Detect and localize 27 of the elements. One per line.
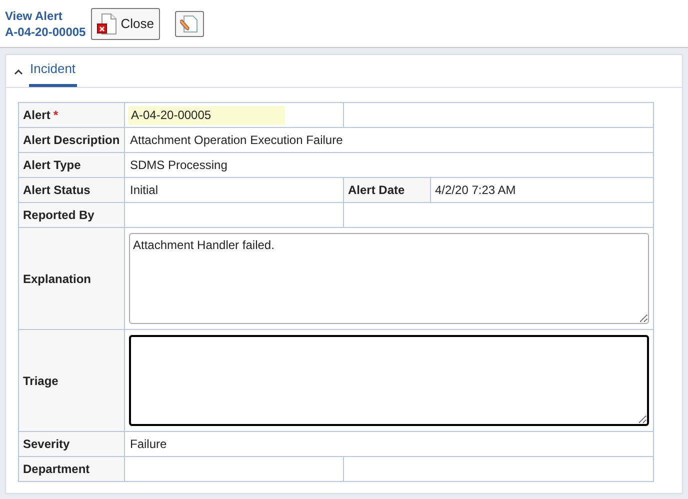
edit-button[interactable] xyxy=(174,10,204,36)
close-document-icon xyxy=(96,12,117,34)
field-label: Alert Type xyxy=(23,158,81,172)
field-value: Initial xyxy=(130,183,158,197)
field-value: Failure xyxy=(130,437,167,451)
field-label: Alert Description xyxy=(23,133,120,147)
page-title: View Alert xyxy=(5,8,64,24)
field-label: Alert Date xyxy=(348,183,405,197)
field-label: Severity xyxy=(23,437,70,451)
required-mark: * xyxy=(53,108,58,122)
field-label: Triage xyxy=(23,374,58,388)
field-value: SDMS Processing xyxy=(130,158,228,172)
field-value: Attachment Operation Execution Failure xyxy=(130,133,343,147)
record-id: A-04-20-00005 xyxy=(5,24,86,40)
text-area[interactable] xyxy=(129,335,649,426)
field-label: Department xyxy=(23,462,90,476)
collapse-chevron-icon[interactable] xyxy=(14,69,23,75)
field-value: 4/2/20 7:23 AM xyxy=(435,183,516,197)
section-tab[interactable]: Incident xyxy=(29,58,77,87)
close-button[interactable]: Close xyxy=(90,8,160,40)
field-label: Explanation xyxy=(23,272,92,286)
alert-id-field[interactable]: A-04-20-00005 xyxy=(128,106,285,124)
text-area[interactable]: Attachment Handler failed. xyxy=(129,233,649,324)
field-label: Alert xyxy=(23,108,50,122)
field-label: Reported By xyxy=(23,208,94,222)
field-label: Alert Status xyxy=(23,183,90,197)
pencil-document-icon xyxy=(180,14,198,32)
